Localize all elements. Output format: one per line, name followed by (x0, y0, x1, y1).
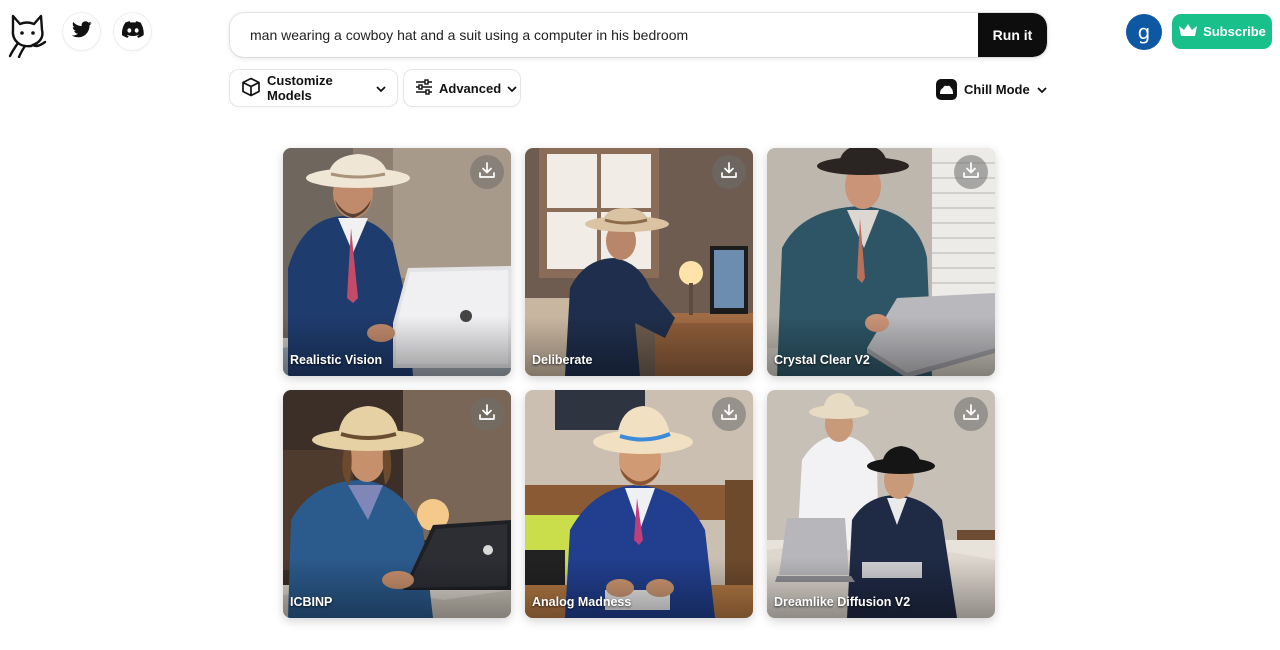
result-card[interactable]: ICBINP (283, 390, 511, 618)
sliders-icon (415, 78, 433, 98)
crown-icon (1178, 23, 1198, 40)
download-icon (962, 403, 980, 426)
discord-button[interactable] (114, 13, 151, 50)
run-it-button[interactable]: Run it (978, 13, 1047, 57)
label-gradient (283, 316, 511, 376)
twitter-button[interactable] (63, 13, 100, 50)
chevron-down-icon (376, 81, 386, 96)
cube-icon (241, 77, 261, 100)
chevron-down-icon (1037, 82, 1047, 97)
model-name: Crystal Clear V2 (774, 353, 870, 367)
customize-models-label: Customize Models (267, 73, 333, 103)
label-gradient (525, 316, 753, 376)
result-card[interactable]: Crystal Clear V2 (767, 148, 995, 376)
discord-icon (121, 20, 144, 43)
label-gradient (525, 558, 753, 618)
cat-logo-icon[interactable] (7, 12, 49, 59)
download-button[interactable] (712, 397, 746, 431)
result-card[interactable]: Deliberate (525, 148, 753, 376)
twitter-icon (71, 20, 92, 43)
result-card[interactable]: Realistic Vision (283, 148, 511, 376)
model-name: Analog Madness (532, 595, 632, 609)
result-card[interactable]: Analog Madness (525, 390, 753, 618)
download-icon (720, 161, 738, 184)
download-button[interactable] (954, 397, 988, 431)
download-icon (720, 403, 738, 426)
download-button[interactable] (954, 155, 988, 189)
download-button[interactable] (470, 397, 504, 431)
label-gradient (767, 316, 995, 376)
prompt-bar: Run it (230, 13, 1047, 57)
subscribe-button[interactable]: Subscribe (1172, 14, 1272, 49)
chill-mode-dropdown[interactable]: Chill Mode (936, 78, 1047, 100)
download-button[interactable] (470, 155, 504, 189)
customize-models-dropdown[interactable]: Customize Models (230, 70, 397, 106)
download-icon (962, 161, 980, 184)
download-button[interactable] (712, 155, 746, 189)
chill-mode-label: Chill Mode (964, 81, 1030, 97)
results-grid: Realistic Vision Deliberate Crystal Clea… (283, 148, 995, 618)
label-gradient (767, 558, 995, 618)
advanced-label: Advanced (439, 80, 502, 96)
avatar[interactable]: g (1126, 14, 1162, 50)
model-name: Deliberate (532, 353, 593, 367)
result-card[interactable]: Dreamlike Diffusion V2 (767, 390, 995, 618)
prompt-input[interactable] (230, 13, 970, 57)
chevron-down-icon (507, 81, 517, 96)
model-name: ICBINP (290, 595, 333, 609)
advanced-dropdown[interactable]: Advanced (404, 70, 520, 106)
download-icon (478, 403, 496, 426)
download-icon (478, 161, 496, 184)
subscribe-label: Subscribe (1203, 24, 1266, 39)
model-name: Dreamlike Diffusion V2 (774, 595, 911, 609)
chill-mode-icon (936, 78, 957, 100)
model-name: Realistic Vision (290, 353, 383, 367)
label-gradient (283, 558, 511, 618)
